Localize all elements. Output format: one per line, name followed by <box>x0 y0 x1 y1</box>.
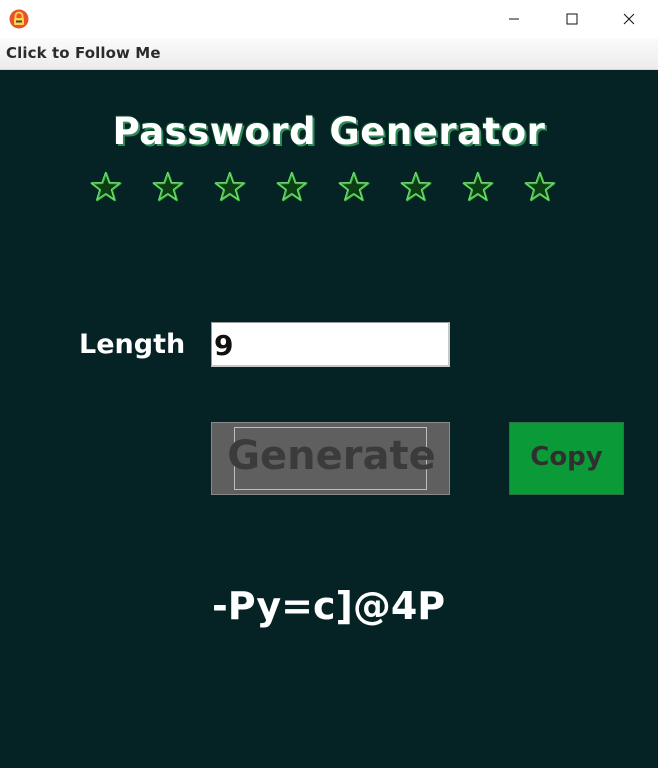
star-icon <box>150 171 186 205</box>
maximize-icon <box>566 13 578 25</box>
lock-app-icon <box>9 9 29 29</box>
length-input[interactable] <box>211 322 450 367</box>
star-icon <box>88 171 124 205</box>
page-title: Password Generator <box>112 110 546 153</box>
generate-button-label: Generate <box>227 433 436 479</box>
star-icon <box>274 171 310 205</box>
close-icon <box>623 13 635 25</box>
menu-item-follow[interactable]: Click to Follow Me <box>6 44 161 62</box>
copy-button-label: Copy <box>530 442 603 472</box>
star-icon <box>398 171 434 205</box>
password-output: -Py=c]@4P <box>212 584 446 628</box>
minimize-button[interactable] <box>485 0 543 38</box>
generate-button[interactable]: Generate <box>211 422 450 495</box>
maximize-button[interactable] <box>543 0 601 38</box>
main-panel: Password Generator Length Generate Copy … <box>0 70 658 768</box>
menu-bar: Click to Follow Me <box>0 38 658 70</box>
length-label: Length <box>79 329 186 360</box>
star-icon <box>212 171 248 205</box>
minimize-icon <box>508 13 520 25</box>
star-icon <box>522 171 558 205</box>
copy-button[interactable]: Copy <box>509 422 624 495</box>
close-button[interactable] <box>600 0 658 38</box>
title-bar[interactable] <box>0 0 658 38</box>
star-decoration <box>88 171 578 205</box>
app-window: Click to Follow Me Password Generator Le… <box>0 0 658 768</box>
star-icon <box>460 171 496 205</box>
star-icon <box>336 171 372 205</box>
